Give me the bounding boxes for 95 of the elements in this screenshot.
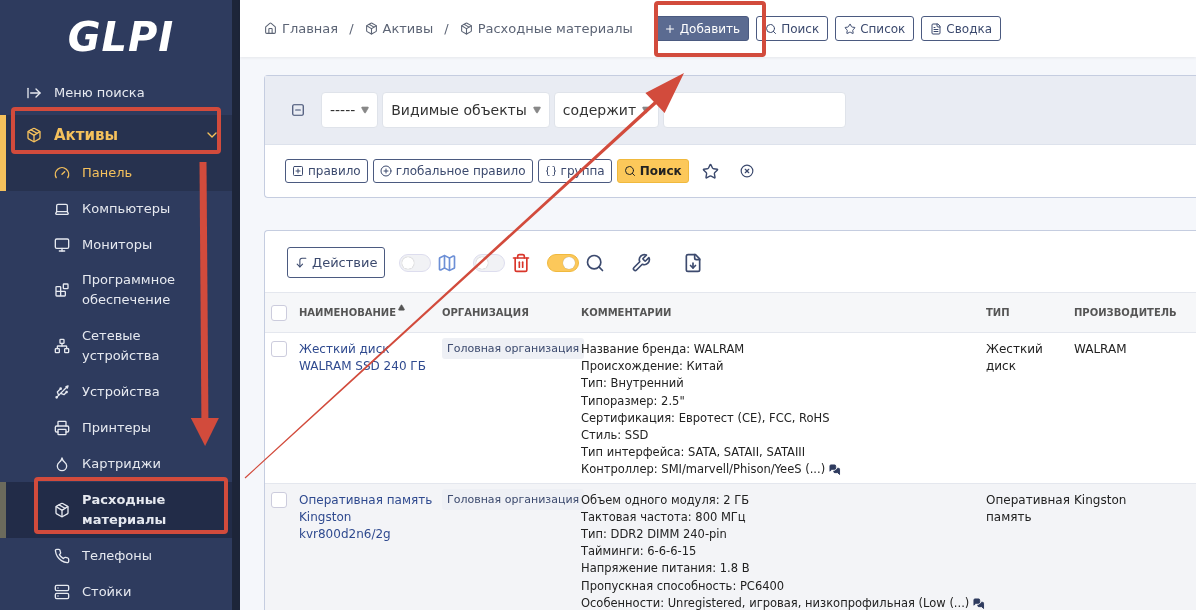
breadcrumb-link[interactable]: Главная: [264, 21, 339, 36]
collapse-icon[interactable]: [291, 103, 305, 117]
select-field[interactable]: Видимые объекты: [382, 92, 550, 128]
home-icon: [264, 22, 277, 35]
table-cell-text: WALRAM: [1074, 341, 1128, 358]
sidebar-item[interactable]: Меню поиска: [0, 74, 232, 111]
column-header[interactable]: ТИП: [986, 307, 1074, 318]
column-header[interactable]: КОММЕНТАРИИ: [581, 307, 986, 318]
star-icon[interactable]: [701, 162, 719, 180]
comment-line: Тактовая частота: 800 МГц: [581, 508, 746, 526]
separator: /: [349, 21, 354, 36]
item-link[interactable]: Оперативная память Kingston kvr800d2n6/2g: [299, 491, 442, 543]
blocks-icon: [54, 282, 70, 299]
search-field[interactable]: [663, 92, 847, 128]
action-button[interactable]: Действие: [287, 247, 386, 278]
search-icon[interactable]: [585, 252, 606, 273]
header-button[interactable]: Список: [835, 16, 915, 41]
dropdown-icon[interactable]: [361, 106, 370, 114]
sidebar-item[interactable]: Компьютеры: [0, 190, 232, 227]
select-field[interactable]: -----: [321, 92, 379, 128]
circle-plus-icon: [379, 165, 392, 177]
gauge-icon: [54, 164, 70, 181]
checkbox[interactable]: [271, 491, 287, 508]
table-cell-text: Оперативная память: [986, 491, 1071, 526]
sidebar-item[interactable]: Расходные материалы: [0, 482, 232, 538]
select-field[interactable]: содержит: [553, 92, 660, 128]
header-button[interactable]: Поиск: [756, 16, 829, 41]
separator: /: [444, 21, 449, 36]
package-icon: [459, 22, 473, 35]
comment-line: Стиль: SSD: [581, 427, 649, 444]
table-cell-text: Жесткий диск: [986, 341, 1044, 375]
trash-icon[interactable]: [511, 252, 532, 273]
breadcrumb-link[interactable]: Расходные материалы: [459, 21, 633, 36]
sort-icon: [398, 304, 406, 311]
comment-line: Происхождение: Китай: [581, 358, 724, 376]
breadcrumb-link[interactable]: Активы: [364, 21, 434, 36]
comments-icon: [973, 597, 985, 610]
package-icon: [54, 502, 70, 519]
checkbox[interactable]: [271, 341, 287, 357]
map-icon[interactable]: [437, 252, 458, 273]
scrollbar[interactable]: [232, 0, 240, 610]
sidebar-item[interactable]: Стойки: [0, 574, 232, 610]
comment-line: Тип: Внутренний: [581, 375, 684, 393]
package-icon: [364, 22, 378, 35]
table-cell-text: Kingston: [1074, 491, 1128, 509]
star-icon: [844, 22, 857, 35]
logo: GLPI: [66, 13, 176, 63]
rule-button[interactable]: глобальное правило: [372, 159, 533, 183]
sidebar-item[interactable]: Программное обеспечение: [0, 262, 232, 319]
sidebar-item[interactable]: Сетевые устройства: [0, 318, 232, 375]
braces-icon: [544, 165, 557, 177]
comment-line: Тип интерфейса: SATA, SATAII, SATAIII: [581, 444, 806, 462]
dropdown-icon[interactable]: [532, 106, 541, 114]
plus-icon: [663, 22, 676, 35]
column-header[interactable]: ОРГАНИЗАЦИЯ: [442, 307, 581, 318]
comment-line: Тайминги: 6-6-6-15: [581, 543, 697, 561]
search-icon: [623, 165, 636, 177]
toggle-switch[interactable]: [399, 253, 432, 272]
toggle-switch[interactable]: [547, 253, 580, 272]
comment-line: Объем одного модуля: 2 ГБ: [581, 491, 750, 509]
corner-arrow-icon: [295, 256, 308, 269]
sidebar-item[interactable]: Панель: [0, 154, 232, 191]
server-icon: [54, 584, 70, 600]
comment-line: Типоразмер: 2.5": [581, 392, 685, 410]
column-header[interactable]: ПРОИЗВОДИТЕЛЬ: [1074, 307, 1194, 318]
comments-icon: [829, 464, 841, 476]
comment-line: Особенности: Unregistered, игровая, низкопрофильная (Low (...): [581, 594, 970, 610]
reset-icon[interactable]: [739, 164, 754, 178]
sidebar-item[interactable]: Устройства: [0, 374, 232, 411]
sidebar-item[interactable]: Картриджи: [0, 446, 232, 483]
sidebar-item[interactable]: Мониторы: [0, 226, 232, 263]
comment-line: Пропускная способность: PC6400: [581, 577, 785, 595]
phone-icon: [54, 548, 70, 564]
export-icon[interactable]: [683, 252, 704, 273]
square-plus-icon: [292, 165, 304, 177]
printer-icon: [54, 420, 70, 437]
network-icon: [54, 338, 70, 355]
column-header[interactable]: НАИМЕНОВАНИЕ: [299, 307, 442, 318]
comment-line: Контроллер: SMI/marvell/Phison/YeeS (...): [581, 461, 826, 479]
checkbox[interactable]: [271, 304, 287, 321]
comment-line: Сертификация: Евротест (CE), FCC, RoHS: [581, 409, 830, 427]
comment-line: Тип: DDR2 DIMM 240-pin: [581, 526, 727, 544]
search-button[interactable]: Поиск: [616, 159, 689, 183]
sidebar-item[interactable]: Телефоны: [0, 538, 232, 574]
sidebar-item[interactable]: Принтеры: [0, 410, 232, 447]
wrench-icon[interactable]: [631, 252, 652, 273]
document-icon: [930, 22, 943, 35]
package-icon: [26, 126, 42, 143]
rule-button[interactable]: правило: [285, 159, 368, 183]
drop-icon: [54, 456, 70, 473]
header-button[interactable]: Сводка: [921, 16, 1002, 41]
comment-line: Напряжение питания: 1.8 В: [581, 560, 750, 578]
search-icon: [765, 22, 778, 35]
usb-icon: [54, 384, 70, 401]
monitor-icon: [54, 236, 70, 253]
